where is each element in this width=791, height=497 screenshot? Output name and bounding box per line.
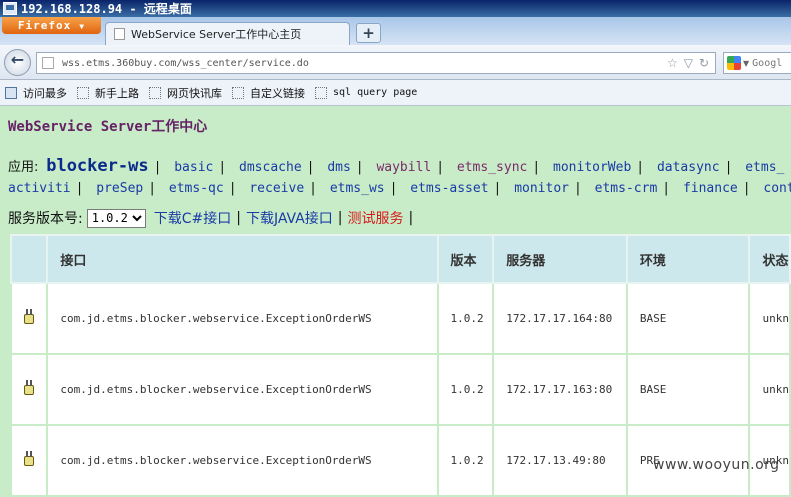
url-dropdown-icon[interactable]: ▽ xyxy=(684,56,693,70)
header-interface: 接口 xyxy=(46,234,439,284)
navigation-bar: ← wss.etms.360buy.com/wss_center/service… xyxy=(0,45,791,80)
bookmark-page-icon xyxy=(232,86,244,99)
cell-interface: com.jd.etms.blocker.webservice.Exception… xyxy=(46,353,439,426)
remote-desktop-icon xyxy=(3,2,17,15)
plug-icon[interactable] xyxy=(22,451,36,467)
app-link[interactable]: etms-crm xyxy=(595,181,658,196)
firefox-menu-button[interactable]: Firefox ▼ xyxy=(2,17,101,34)
address-bar[interactable]: wss.etms.360buy.com/wss_center/service.d… xyxy=(36,52,716,74)
watermark: www.wooyun.org xyxy=(653,457,780,473)
remote-desktop-titlebar: 192.168.128.94 - 远程桌面 xyxy=(0,0,791,17)
remote-desktop-title: 192.168.128.94 - 远程桌面 xyxy=(21,2,192,16)
tab-title: WebService Server工作中心主页 xyxy=(131,28,302,41)
cell-status: unkn xyxy=(748,353,791,426)
app-link[interactable]: finance xyxy=(683,181,738,196)
app-link-current[interactable]: blocker-ws xyxy=(46,156,148,176)
row-icon-cell[interactable] xyxy=(9,353,49,426)
app-link[interactable]: receive xyxy=(249,181,304,196)
bookmark-page-icon xyxy=(315,86,327,99)
app-list-row-2: activiti | preSep | etms-qc | receive | etms… xyxy=(8,178,791,199)
chevron-down-icon: ▼ xyxy=(79,22,86,31)
cell-server: 172.17.17.164:80 xyxy=(492,282,628,355)
cell-version: 1.0.2 xyxy=(436,353,495,426)
tab-strip: Firefox ▼ WebService Server工作中心主页 + xyxy=(0,17,791,45)
app-link[interactable]: monitorWeb xyxy=(553,160,631,175)
app-link[interactable]: activiti xyxy=(8,181,71,196)
app-link[interactable]: etms-asset xyxy=(410,181,488,196)
search-box[interactable]: ▼ Googl xyxy=(723,52,791,74)
plug-icon[interactable] xyxy=(22,309,36,325)
table-row: com.jd.etms.blocker.webservice.Exception… xyxy=(9,353,791,426)
site-title: WebService Server工作中心 xyxy=(8,119,208,135)
page-favicon-icon xyxy=(114,28,125,40)
version-label: 服务版本号: xyxy=(8,211,83,227)
header-icon-col xyxy=(9,234,49,284)
app-link[interactable]: dmscache xyxy=(239,160,302,175)
cell-server: 172.17.13.49:80 xyxy=(492,424,628,497)
bookmark-customize-links[interactable]: 自定义链接 xyxy=(232,85,305,101)
bookmark-getting-started[interactable]: 新手上路 xyxy=(77,85,139,101)
version-select[interactable]: 1.0.2 xyxy=(86,208,146,228)
table-header-row: 接口 版本 服务器 环境 状态 xyxy=(9,234,791,284)
download-java-link[interactable]: 下载JAVA接口 xyxy=(246,208,333,228)
app-link[interactable]: cont xyxy=(763,181,791,196)
bookmarks-bar: 访问最多 新手上路 网页快讯库 自定义链接 sql query page xyxy=(0,80,791,106)
app-link[interactable]: preSep xyxy=(96,181,143,196)
test-service-link[interactable]: 测试服务 xyxy=(348,208,404,228)
bookmark-page-icon xyxy=(149,86,161,99)
header-version: 版本 xyxy=(436,234,495,284)
site-identity-icon[interactable] xyxy=(42,57,54,69)
app-list-row-1: 应用: blocker-ws | basic | dmscache | dms | wa… xyxy=(8,156,785,176)
bookmarks-folder-icon xyxy=(5,86,17,99)
row-icon-cell[interactable] xyxy=(9,282,49,355)
bookmark-page-icon xyxy=(77,86,89,99)
app-link[interactable]: etms_ws xyxy=(330,181,385,196)
table-row: com.jd.etms.blocker.webservice.Exception… xyxy=(9,282,791,355)
browser-tab[interactable]: WebService Server工作中心主页 xyxy=(105,22,350,45)
search-placeholder: Googl xyxy=(752,57,783,69)
apps-label: 应用: xyxy=(8,160,39,175)
search-engine-dropdown-icon[interactable]: ▼ xyxy=(743,59,749,68)
back-button[interactable]: ← xyxy=(4,49,31,76)
version-row: 服务版本号: 1.0.2 下载C#接口 | 下载JAVA接口 | 测试服务 | xyxy=(8,208,418,228)
plug-icon[interactable] xyxy=(22,380,36,396)
app-link[interactable]: waybill xyxy=(376,160,431,175)
download-csharp-link[interactable]: 下载C#接口 xyxy=(154,208,232,228)
app-list: 应用: blocker-ws | basic | dmscache | dms | wa… xyxy=(8,156,791,199)
cell-interface: com.jd.etms.blocker.webservice.Exception… xyxy=(46,424,439,497)
app-link[interactable]: monitor xyxy=(514,181,569,196)
google-icon xyxy=(727,56,741,70)
cell-version: 1.0.2 xyxy=(436,282,495,355)
bookmark-most-visited[interactable]: 访问最多 xyxy=(5,85,67,101)
app-link[interactable]: basic xyxy=(174,160,213,175)
cell-server: 172.17.17.163:80 xyxy=(492,353,628,426)
app-link[interactable]: etms-qc xyxy=(169,181,224,196)
page-content: WebService Server工作中心 应用: blocker-ws | ba… xyxy=(0,106,791,497)
header-environment: 环境 xyxy=(625,234,751,284)
app-link[interactable]: etms_sync xyxy=(457,160,527,175)
header-server: 服务器 xyxy=(492,234,628,284)
cell-status: unkn xyxy=(748,282,791,355)
app-link[interactable]: etms_ xyxy=(745,160,784,175)
bookmark-star-icon[interactable]: ☆ xyxy=(667,56,678,70)
url-text: wss.etms.360buy.com/wss_center/service.d… xyxy=(62,57,309,69)
reload-icon[interactable]: ↻ xyxy=(699,56,709,70)
row-icon-cell[interactable] xyxy=(9,424,49,497)
back-arrow-icon: ← xyxy=(10,50,25,69)
cell-version: 1.0.2 xyxy=(436,424,495,497)
cell-environment: BASE xyxy=(625,282,751,355)
cell-interface: com.jd.etms.blocker.webservice.Exception… xyxy=(46,282,439,355)
cell-environment: BASE xyxy=(625,353,751,426)
new-tab-button[interactable]: + xyxy=(356,23,381,43)
app-link[interactable]: datasync xyxy=(657,160,720,175)
header-status: 状态 xyxy=(748,234,791,284)
app-link[interactable]: dms xyxy=(327,160,350,175)
bookmark-web-slice-gallery[interactable]: 网页快讯库 xyxy=(149,85,222,101)
bookmark-sql-query-page[interactable]: sql query page xyxy=(315,86,417,99)
